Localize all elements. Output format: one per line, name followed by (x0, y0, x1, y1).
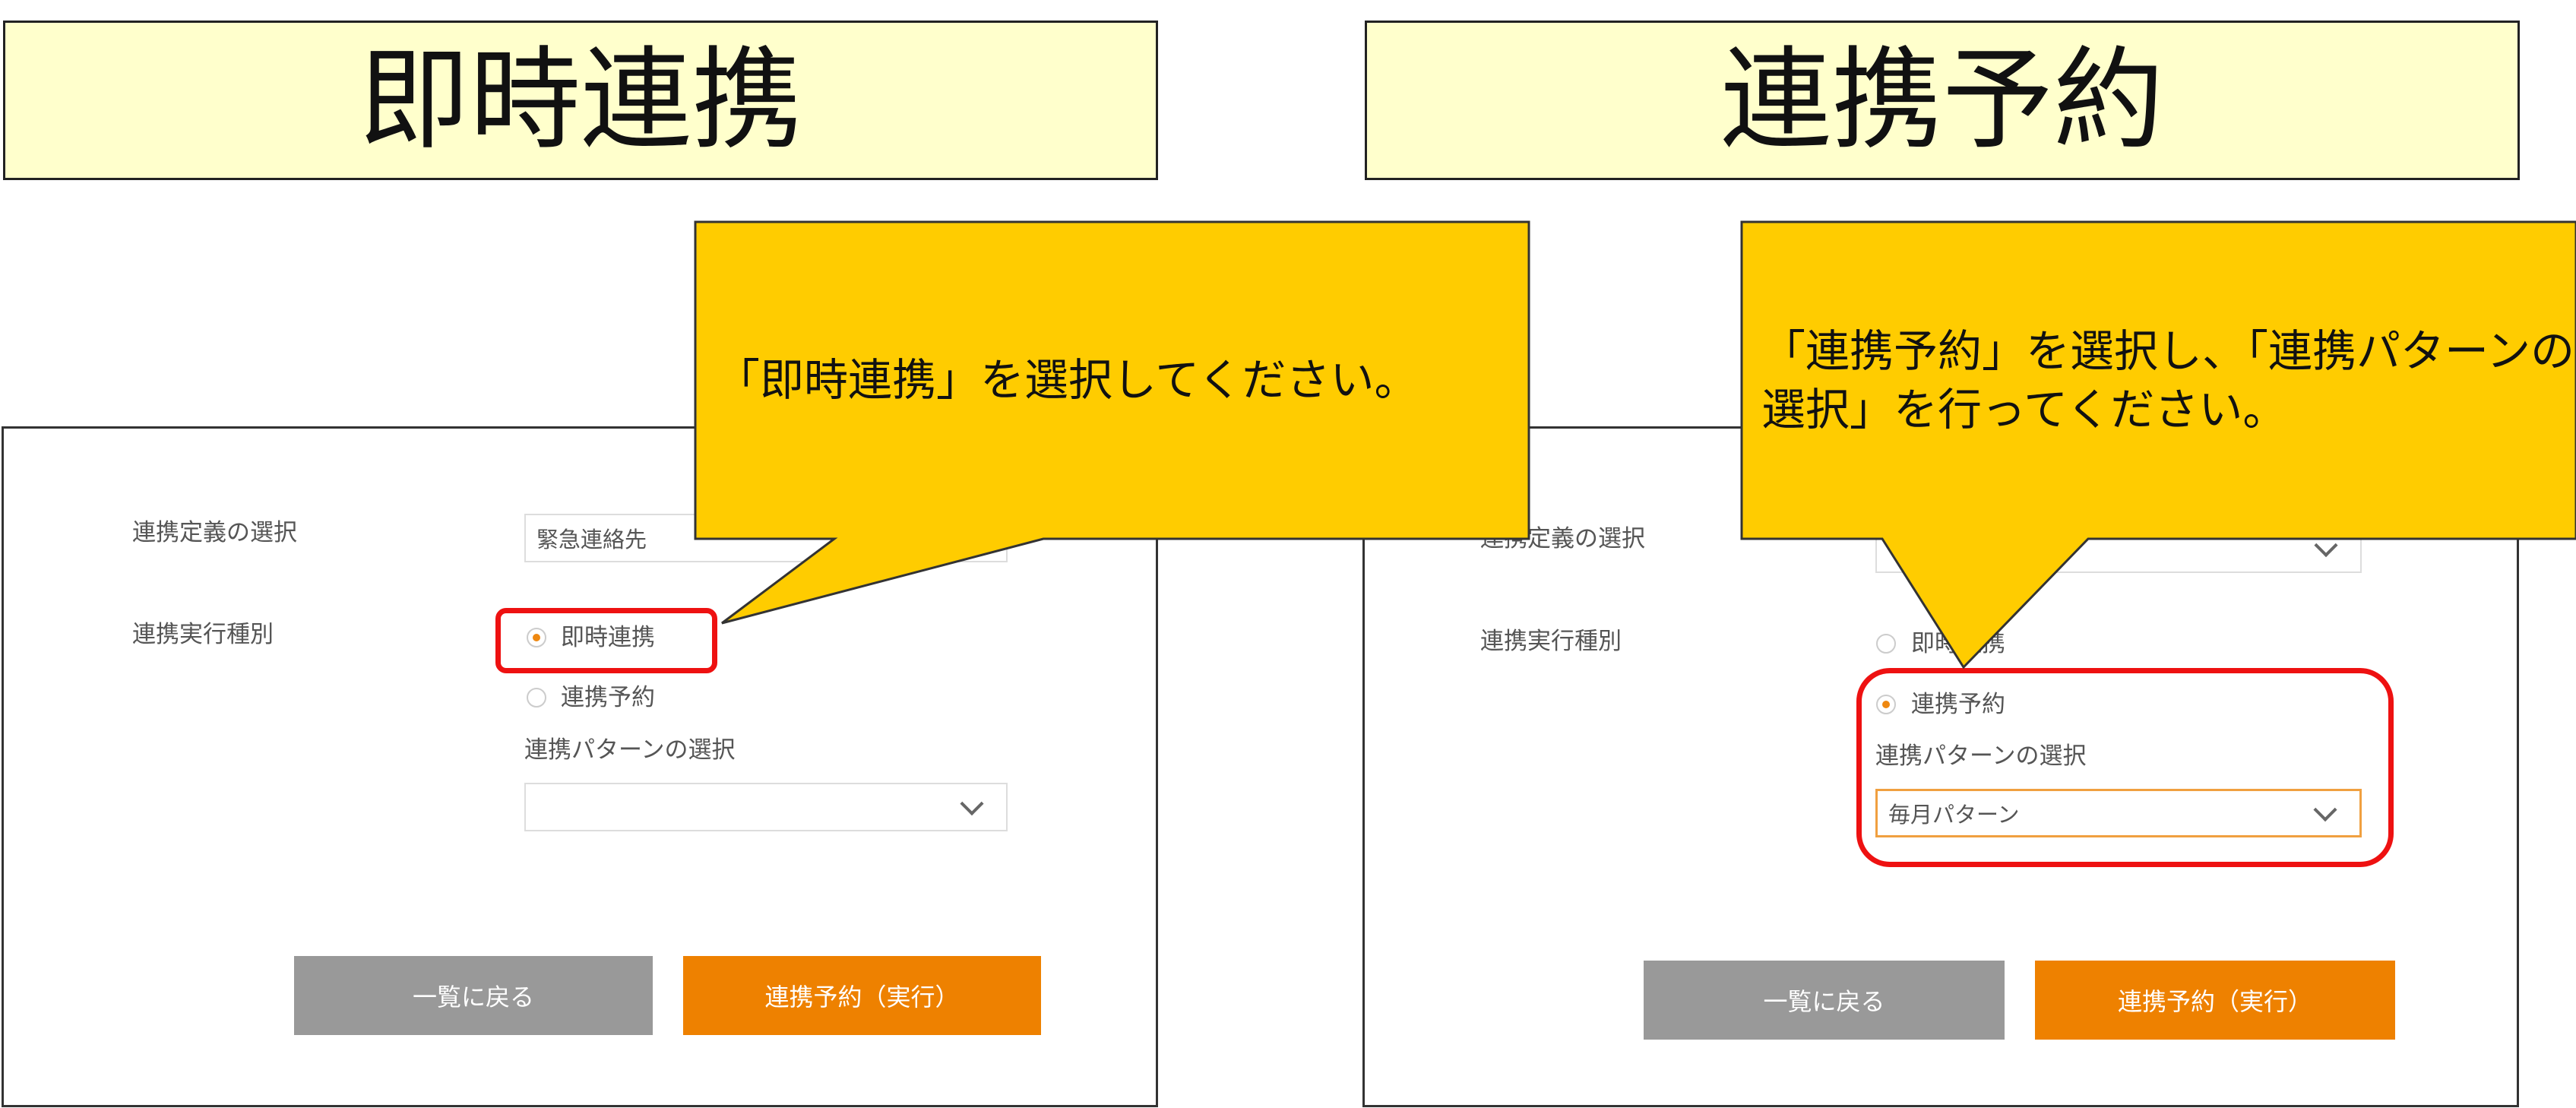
left-callout-bubble (694, 220, 1530, 625)
callout-shapes (694, 220, 2576, 670)
right-callout-bubble (1740, 220, 2576, 670)
left-callout-text: 「即時連携」を選択してください。 (716, 354, 1419, 406)
right-callout-line1: 「連携予約」を選択し、「連携パターンの (1761, 325, 2575, 377)
right-callout-line2: 選択」を行ってください。 (1761, 384, 2287, 435)
